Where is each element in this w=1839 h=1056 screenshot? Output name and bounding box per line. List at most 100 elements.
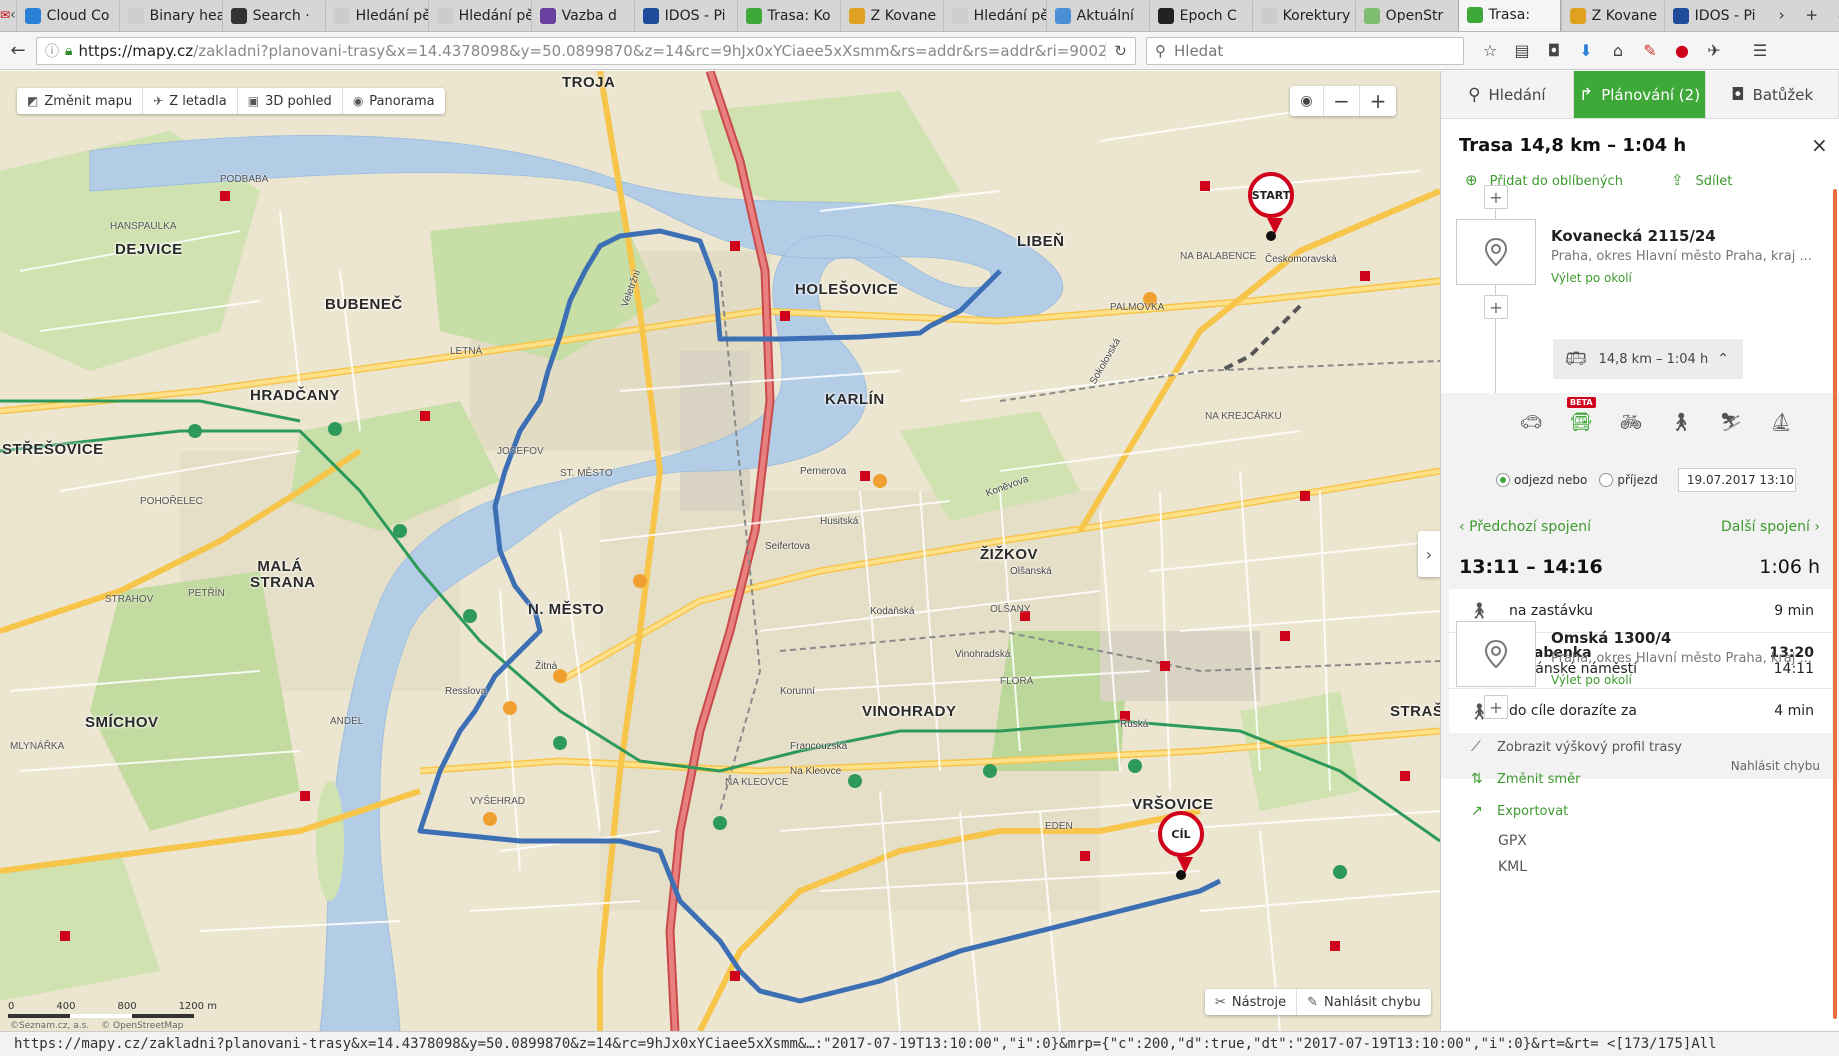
pencil-icon: ✎ bbox=[1307, 994, 1318, 1010]
browser-tab[interactable]: Hledání pěš bbox=[427, 1, 531, 31]
tab-favicon-icon bbox=[1672, 8, 1689, 24]
locate-me-button[interactable]: ◉ bbox=[1290, 86, 1324, 116]
map-canvas[interactable]: TROJA DEJVICE BUBENEČ HOLEŠOVICE LIBEŇ H… bbox=[0, 71, 1440, 1031]
gmail-tab-icon[interactable]: ✉ bbox=[0, 0, 10, 31]
start-pin[interactable]: START bbox=[1248, 172, 1294, 234]
share-button[interactable]: ⇪ Sdílet bbox=[1671, 171, 1732, 189]
ski-mode-icon[interactable]: ⛷︎ bbox=[1719, 410, 1743, 434]
collapse-panel-button[interactable]: › bbox=[1418, 531, 1440, 577]
browser-tab[interactable]: Vazba d bbox=[530, 1, 634, 31]
add-waypoint-button[interactable]: + bbox=[1484, 695, 1508, 719]
zoom-out-button[interactable]: − bbox=[1324, 86, 1360, 116]
browser-tab[interactable]: Cloud Co bbox=[15, 1, 119, 31]
download-icon[interactable]: ⬇ bbox=[1570, 41, 1602, 60]
reverse-direction-link[interactable]: ⇅ Změnit směr bbox=[1471, 763, 1831, 795]
next-connection-link[interactable]: Další spojení › bbox=[1721, 519, 1820, 535]
end-pin-label: CÍL bbox=[1171, 827, 1191, 841]
new-tab-icon[interactable]: + bbox=[1797, 6, 1827, 24]
bike-mode-icon[interactable]: 🚲︎ bbox=[1619, 410, 1643, 434]
browser-tab[interactable]: OpenStr bbox=[1354, 1, 1458, 31]
export-formats: GPX KML bbox=[1498, 828, 1527, 880]
bookmark-star-icon[interactable]: ☆ bbox=[1474, 41, 1506, 60]
browser-tab[interactable]: Search · bbox=[221, 1, 325, 31]
boat-mode-icon[interactable]: ⛵︎ bbox=[1769, 410, 1793, 434]
end-waypoint-name[interactable]: Omská 1300/4 bbox=[1551, 629, 1671, 647]
public-transport-mode-icon[interactable]: BETA 🚍︎ bbox=[1567, 397, 1596, 434]
arrival-radio[interactable] bbox=[1599, 473, 1614, 487]
end-waypoint-icon-box[interactable] bbox=[1456, 621, 1536, 687]
change-map-button[interactable]: ◩ Změnit mapu bbox=[17, 88, 144, 114]
tab-favicon-icon bbox=[848, 8, 865, 24]
back-button[interactable]: ← bbox=[0, 36, 36, 66]
adblock-icon[interactable]: ● bbox=[1666, 41, 1698, 60]
walk-mode-icon[interactable]: 🚶︎ bbox=[1669, 410, 1693, 434]
attribution-seznam[interactable]: ©Seznam.cz, a.s. bbox=[10, 1021, 89, 1031]
tab-backpack[interactable]: ◘ Batůžek bbox=[1706, 71, 1839, 118]
browser-search-input[interactable]: ⚲ Hledat bbox=[1146, 36, 1464, 65]
end-pin[interactable]: CÍL bbox=[1158, 811, 1204, 873]
reading-list-icon[interactable]: ▤ bbox=[1506, 41, 1538, 60]
browser-tab[interactable]: IDOS - Pi bbox=[1663, 1, 1767, 31]
hamburger-menu-icon[interactable]: ☰ bbox=[1744, 41, 1776, 60]
add-waypoint-button[interactable]: + bbox=[1484, 295, 1508, 319]
tab-favicon-icon bbox=[1054, 8, 1071, 24]
tab-favicon-icon bbox=[24, 8, 41, 24]
tab-search-label: Hledání bbox=[1488, 85, 1546, 104]
zoom-in-button[interactable]: + bbox=[1360, 86, 1396, 116]
browser-tab[interactable]: Trasa: Ko bbox=[736, 1, 840, 31]
url-text[interactable]: https://mapy.cz/zakladni?planovani-trasy… bbox=[78, 42, 1105, 60]
browser-tab[interactable]: IDOS - Pi bbox=[633, 1, 737, 31]
tab-label: Search · bbox=[252, 8, 310, 24]
3d-view-button[interactable]: ▣ 3D pohled bbox=[238, 88, 343, 114]
browser-tab[interactable]: Z Kovane bbox=[1560, 1, 1664, 31]
url-bar[interactable]: ⓘ 🔒︎ https://mapy.cz/zakladni?planovani-… bbox=[36, 36, 1136, 65]
home-icon[interactable]: ⌂ bbox=[1602, 41, 1634, 60]
browser-tab[interactable]: Binary heap bbox=[118, 1, 222, 31]
panel-scrollbar[interactable] bbox=[1833, 189, 1837, 1019]
tab-planning-label: Plánování (2) bbox=[1601, 85, 1701, 104]
panorama-button[interactable]: ◉ Panorama bbox=[343, 88, 445, 114]
tab-list-dropdown-icon[interactable]: ⌄ bbox=[1827, 6, 1839, 24]
tools-button[interactable]: ✂ Nástroje bbox=[1205, 989, 1298, 1015]
tab-favicon-icon bbox=[230, 8, 247, 24]
route-summary-chip[interactable]: 🚌︎ 14,8 km – 1:04 h ⌃ bbox=[1553, 339, 1743, 379]
aerial-view-button[interactable]: ✈ Z letadla bbox=[143, 88, 238, 114]
export-kml[interactable]: KML bbox=[1498, 854, 1527, 880]
export-link[interactable]: ↗ Exportovat bbox=[1471, 795, 1831, 827]
tab-label: Hledání pěš bbox=[973, 8, 1046, 24]
browser-tab[interactable]: Trasa: bbox=[1457, 0, 1561, 31]
extension-icon[interactable]: ✎ bbox=[1634, 41, 1666, 60]
browser-tab[interactable]: Hledání pěš bbox=[942, 1, 1046, 31]
tab-scroll-right-icon[interactable]: › bbox=[1767, 6, 1797, 24]
browser-tab[interactable]: Hledání pěš bbox=[324, 1, 428, 31]
browser-tab[interactable]: Z Kovane bbox=[839, 1, 943, 31]
previous-connection-link[interactable]: ‹ Předchozí spojení bbox=[1459, 519, 1591, 535]
car-mode-icon[interactable]: 🚗︎ bbox=[1519, 410, 1543, 434]
datetime-input[interactable]: 19.07.2017 13:10 bbox=[1677, 468, 1796, 492]
info-icon[interactable]: ⓘ bbox=[45, 41, 59, 61]
export-gpx[interactable]: GPX bbox=[1498, 828, 1527, 854]
step-time: 9 min bbox=[1774, 602, 1814, 619]
tab-planning[interactable]: ↱ Plánování (2) bbox=[1573, 71, 1707, 118]
add-waypoint-button[interactable]: + bbox=[1484, 185, 1508, 209]
start-waypoint-name[interactable]: Kovanecká 2115/24 bbox=[1551, 227, 1716, 245]
attribution-osm[interactable]: © OpenStreetMap bbox=[101, 1021, 183, 1031]
start-waypoint-icon-box[interactable] bbox=[1456, 219, 1536, 285]
step-text: do cíle dorazíte za bbox=[1509, 703, 1637, 719]
close-route-button[interactable]: × bbox=[1811, 133, 1828, 157]
favorite-icon: ⊕ bbox=[1465, 171, 1478, 189]
start-nearby-trip-link[interactable]: Výlet po okolí bbox=[1551, 271, 1632, 285]
browser-tab[interactable]: Korektury 2 bbox=[1251, 1, 1355, 31]
tools-label: Nástroje bbox=[1231, 994, 1287, 1010]
elevation-profile-link[interactable]: ⟋ Zobrazit výškový profil trasy bbox=[1471, 731, 1831, 763]
extension-menu-icon[interactable]: ✈ bbox=[1698, 41, 1730, 60]
browser-tab[interactable]: Epoch C bbox=[1148, 1, 1252, 31]
reload-icon[interactable]: ↻ bbox=[1105, 41, 1135, 60]
pocket-icon[interactable]: ◘ bbox=[1538, 41, 1570, 60]
departure-radio[interactable] bbox=[1496, 473, 1510, 487]
report-map-error-button[interactable]: ✎ Nahlásit chybu bbox=[1297, 989, 1431, 1015]
browser-tab[interactable]: Aktuální bbox=[1045, 1, 1149, 31]
tab-search[interactable]: ⚲ Hledání bbox=[1441, 71, 1574, 118]
export-icon: ↗ bbox=[1471, 803, 1483, 819]
end-nearby-trip-link[interactable]: Výlet po okolí bbox=[1551, 673, 1632, 687]
